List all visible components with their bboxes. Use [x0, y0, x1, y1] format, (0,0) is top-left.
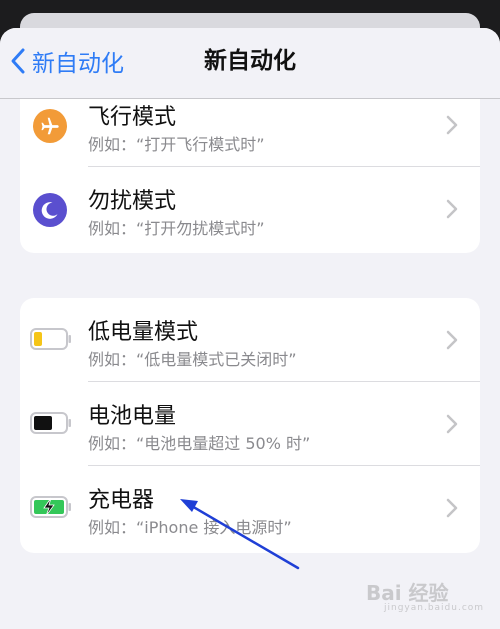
- navigation-bar: 新自动化 新自动化: [0, 28, 500, 99]
- row-title: 低电量模式: [88, 320, 199, 345]
- row-subtitle: 例如：“打开勿扰模式时”: [88, 219, 265, 238]
- chevron-right-icon: [446, 199, 458, 219]
- row-subtitle: 例如：“电池电量超过 50% 时”: [88, 434, 311, 453]
- battery-icon: [30, 412, 71, 434]
- chevron-right-icon: [446, 498, 458, 518]
- moon-icon: [33, 193, 67, 227]
- airplane-icon: [33, 109, 67, 143]
- settings-group-modes: 飞行模式 例如：“打开飞行模式时” 勿扰模式 例如：“打开勿扰模式时”: [20, 83, 480, 253]
- row-title: 勿扰模式: [88, 189, 177, 214]
- low-battery-icon: [30, 328, 71, 350]
- settings-group-battery: 低电量模式 例如：“低电量模式已关闭时” 电池电量 例如：“电池电量超过 50%…: [20, 298, 480, 553]
- charging-battery-icon: [30, 496, 71, 518]
- list-item-low-power-mode[interactable]: 低电量模式 例如：“低电量模式已关闭时”: [20, 298, 480, 382]
- chevron-right-icon: [446, 115, 458, 135]
- watermark-text: Bai 经验: [366, 581, 449, 605]
- row-subtitle: 例如：“低电量模式已关闭时”: [88, 350, 297, 369]
- row-subtitle: 例如：“iPhone 接入电源时”: [88, 518, 292, 537]
- automation-sheet: 新自动化 新自动化 飞行模式 例如：“打开飞行模式时” 勿扰模式 例如：“打开勿…: [0, 28, 500, 629]
- chevron-right-icon: [446, 330, 458, 350]
- page-title: 新自动化: [204, 48, 296, 74]
- watermark-url: jingyan.baidu.com: [384, 603, 485, 613]
- chevron-right-icon: [446, 414, 458, 434]
- row-title: 充电器: [88, 488, 155, 513]
- list-item-charger[interactable]: 充电器 例如：“iPhone 接入电源时”: [20, 466, 480, 550]
- row-title: 飞行模式: [88, 105, 177, 130]
- row-subtitle: 例如：“打开飞行模式时”: [88, 135, 265, 154]
- row-title: 电池电量: [88, 404, 177, 429]
- watermark-logo: Bai 经验 jingyan.baidu.com: [366, 559, 486, 619]
- list-item-battery-level[interactable]: 电池电量 例如：“电池电量超过 50% 时”: [20, 382, 480, 466]
- list-item-do-not-disturb[interactable]: 勿扰模式 例如：“打开勿扰模式时”: [20, 167, 480, 251]
